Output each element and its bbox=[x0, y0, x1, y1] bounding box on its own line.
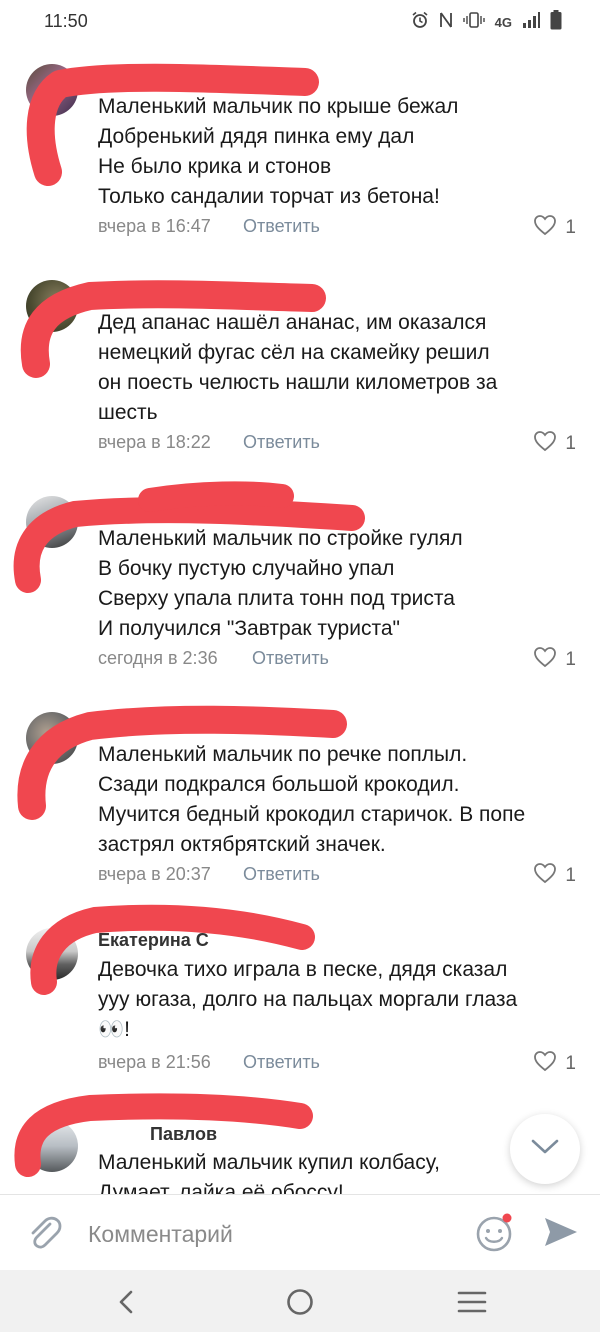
reply-button[interactable]: Ответить bbox=[243, 432, 320, 453]
avatar[interactable] bbox=[26, 496, 78, 548]
like-count: 1 bbox=[565, 649, 576, 670]
comment-text-line: Дед апанас нашёл ананас, им оказался bbox=[98, 311, 487, 334]
comment-text-line: И получился "Завтрак туриста" bbox=[98, 617, 400, 640]
comment-timestamp: вчера в 20:37 bbox=[98, 864, 211, 884]
attach-button[interactable] bbox=[24, 1213, 64, 1258]
chevron-down-icon bbox=[531, 1139, 559, 1160]
comment-timestamp: сегодня в 2:36 bbox=[98, 648, 218, 668]
home-icon bbox=[287, 1289, 313, 1315]
comment-text-line: немецкий фугас сёл на скамейку решил bbox=[98, 341, 490, 364]
comment-text-line: Маленький мальчик по крыше бежал bbox=[98, 95, 459, 118]
nfc-icon bbox=[439, 11, 453, 33]
comment-timestamp: вчера в 16:47 bbox=[98, 216, 211, 236]
vibrate-icon bbox=[462, 11, 485, 33]
home-button[interactable] bbox=[280, 1282, 320, 1322]
alarm-icon bbox=[411, 11, 429, 33]
like-count: 1 bbox=[565, 433, 576, 454]
heart-icon bbox=[533, 862, 557, 890]
comment-text-line: застрял октябрятский значек. bbox=[98, 833, 386, 856]
signal-icon bbox=[522, 12, 540, 32]
recents-button[interactable] bbox=[452, 1282, 492, 1322]
comment-text-line: Думает, лайка её обоссу! bbox=[98, 1181, 344, 1194]
avatar[interactable] bbox=[26, 712, 78, 764]
like-button[interactable]: 1 bbox=[533, 214, 576, 242]
back-button[interactable] bbox=[106, 1282, 146, 1322]
comment-author[interactable]: Екатерина С bbox=[98, 930, 209, 951]
comment-text-line: Сзади подкрался большой крокодил. bbox=[98, 773, 460, 796]
like-button[interactable]: 1 bbox=[533, 1050, 576, 1078]
comment-text-line: В бочку пустую случайно упал bbox=[98, 557, 395, 580]
comment-text-line: Сверху упала плита тонн под триста bbox=[98, 587, 455, 610]
comment-text-line: Добренький дядя пинка ему дал bbox=[98, 125, 415, 148]
comment-text-line: Не было крика и стонов bbox=[98, 155, 332, 178]
system-nav-bar bbox=[0, 1270, 600, 1332]
comment-text-line: ууу югаза, долго на пальцах моргали глаз… bbox=[98, 988, 518, 1011]
avatar[interactable] bbox=[26, 64, 78, 116]
comment-text-line: 👀! bbox=[98, 1018, 130, 1041]
like-button[interactable]: 1 bbox=[533, 430, 576, 458]
comment-text-line: Маленький мальчик по стройке гулял bbox=[98, 527, 463, 550]
comment-text-line: Маленький мальчик по речке поплыл. bbox=[98, 743, 468, 766]
reply-button[interactable]: Ответить bbox=[243, 864, 320, 885]
scroll-down-button[interactable] bbox=[510, 1114, 580, 1184]
smiley-icon bbox=[476, 1213, 512, 1252]
comment-text-line: Девочка тихо играла в песке, дядя сказал bbox=[98, 958, 508, 981]
comment-input[interactable] bbox=[88, 1217, 448, 1251]
comment-text-line: Только сандалии торчат из бетона! bbox=[98, 185, 440, 208]
send-button[interactable] bbox=[542, 1213, 580, 1256]
comment-text-line: Мучится бедный крокодил старичок. В попе bbox=[98, 803, 526, 826]
heart-icon bbox=[533, 430, 557, 458]
comment-author[interactable]: Але bbox=[98, 716, 132, 737]
status-icons: 4G bbox=[411, 10, 562, 34]
heart-icon bbox=[533, 1050, 557, 1078]
back-icon bbox=[119, 1290, 133, 1314]
like-count: 1 bbox=[565, 1053, 576, 1074]
reply-button[interactable]: Ответить bbox=[252, 648, 329, 669]
heart-icon bbox=[533, 646, 557, 674]
status-time: 11:50 bbox=[44, 11, 88, 31]
comment-text-line: он поесть челюсть нашли километров за bbox=[98, 371, 498, 394]
reply-button[interactable]: Ответить bbox=[243, 216, 320, 237]
like-button[interactable]: 1 bbox=[533, 862, 576, 890]
menu-icon bbox=[457, 1291, 487, 1313]
heart-icon bbox=[533, 214, 557, 242]
comment-text-line: Маленький мальчик купил колбасу, bbox=[98, 1151, 440, 1174]
avatar[interactable] bbox=[26, 1120, 78, 1172]
comment-composer bbox=[0, 1194, 600, 1270]
comment-timestamp: вчера в 21:56 bbox=[98, 1052, 211, 1072]
avatar[interactable] bbox=[26, 280, 78, 332]
status-bar: 11:50 4G bbox=[0, 0, 600, 44]
battery-icon bbox=[550, 10, 562, 34]
comment-author[interactable]: Павлов bbox=[150, 1124, 217, 1145]
send-icon bbox=[545, 1218, 577, 1246]
comment-feed[interactable]: Маленький мальчик по крыше бежал Добрень… bbox=[0, 44, 600, 1194]
emoji-button[interactable] bbox=[474, 1212, 516, 1259]
network-type: 4G bbox=[494, 14, 512, 30]
like-count: 1 bbox=[565, 217, 576, 238]
like-count: 1 bbox=[565, 865, 576, 886]
comment-timestamp: вчера в 18:22 bbox=[98, 432, 211, 452]
avatar[interactable] bbox=[26, 928, 78, 980]
comment-text-line: шесть bbox=[98, 401, 158, 424]
like-button[interactable]: 1 bbox=[533, 646, 576, 674]
reply-button[interactable]: Ответить bbox=[243, 1052, 320, 1073]
paperclip-icon bbox=[31, 1216, 62, 1249]
